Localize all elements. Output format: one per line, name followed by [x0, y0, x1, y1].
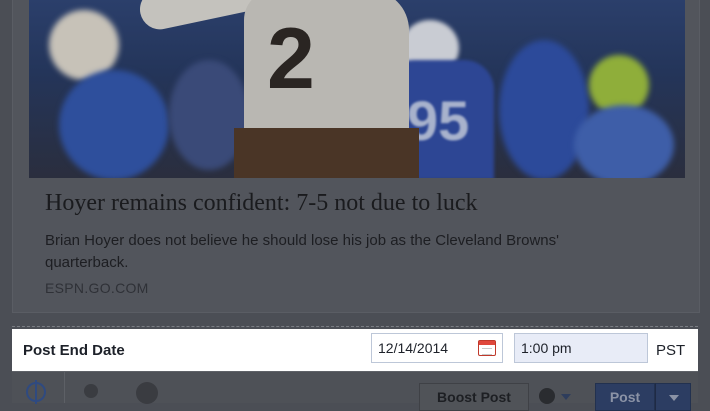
timezone-label: PST	[656, 342, 686, 359]
player-pants	[234, 128, 419, 178]
toolbar-divider	[64, 372, 65, 403]
article-photo: 95 2	[29, 0, 685, 178]
boost-post-button[interactable]: Boost Post	[419, 383, 529, 411]
crowd-figure	[574, 105, 674, 178]
post-end-date-row: Post End Date 12/14/2014 1:00 pm PST	[12, 329, 698, 371]
jersey-number: 2	[267, 11, 315, 107]
end-time-input[interactable]: 1:00 pm	[514, 333, 648, 363]
location-pin-icon[interactable]	[84, 384, 98, 398]
smiley-icon[interactable]	[136, 382, 158, 404]
link-preview-card[interactable]: 95 2 Hoyer remains confident: 7-5 not du…	[12, 0, 700, 313]
caret-down-icon[interactable]	[561, 394, 571, 400]
dashed-divider	[12, 326, 698, 327]
article-source: ESPN.GO.COM	[45, 280, 149, 296]
article-headline[interactable]: Hoyer remains confident: 7-5 not due to …	[45, 190, 685, 217]
calendar-icon[interactable]	[478, 340, 496, 356]
end-date-input[interactable]: 12/14/2014	[371, 333, 503, 363]
crowd-figure	[59, 70, 169, 178]
post-options-button[interactable]	[655, 383, 691, 411]
article-summary: Brian Hoyer does not believe he should l…	[45, 232, 559, 271]
post-end-date-label: Post End Date	[23, 342, 125, 359]
end-date-value: 12/14/2014	[378, 340, 449, 356]
target-icon[interactable]	[26, 380, 46, 404]
composer-toolbar: Boost Post Post	[12, 371, 698, 411]
post-button[interactable]: Post	[595, 383, 655, 411]
